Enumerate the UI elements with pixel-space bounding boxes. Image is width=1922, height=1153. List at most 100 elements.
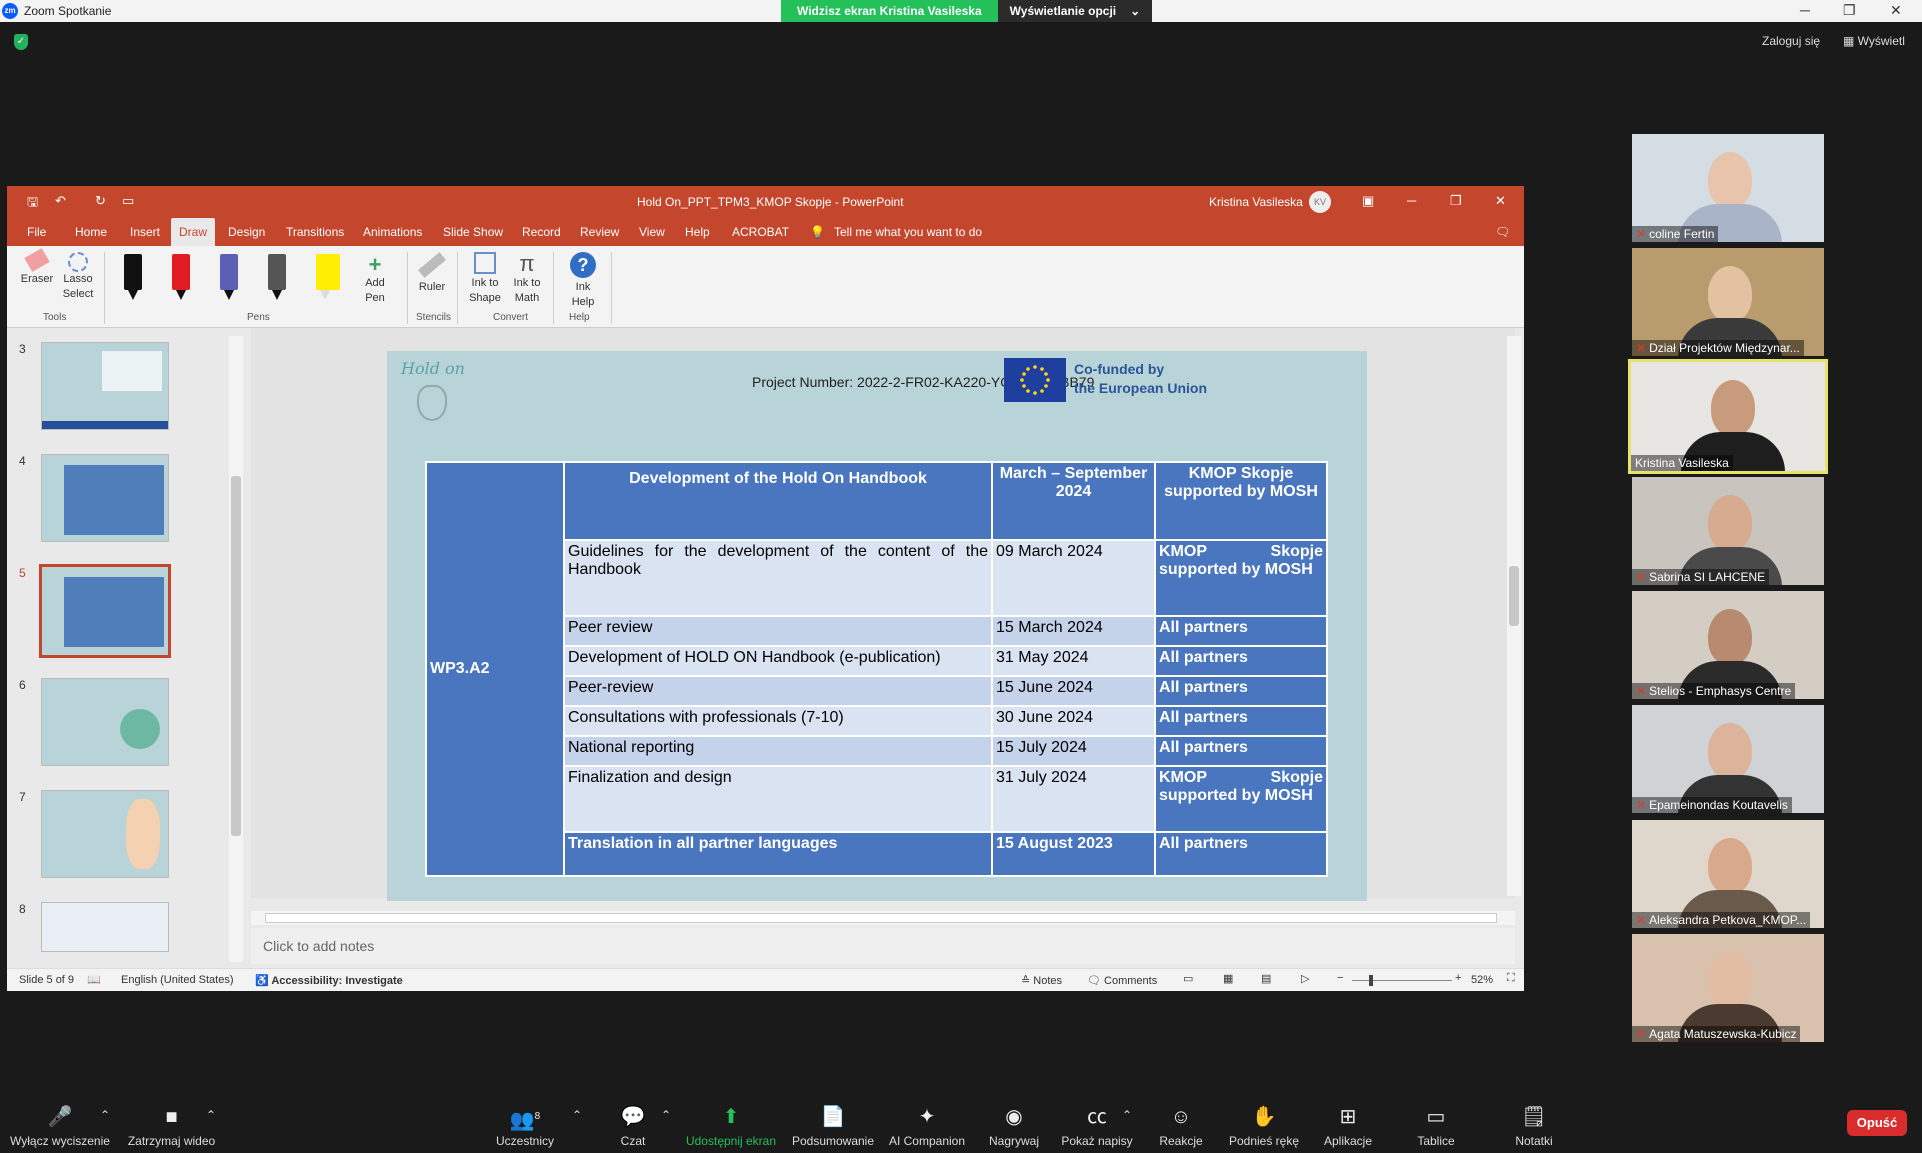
summary-button[interactable]: 📄 Podsumowanie (790, 1106, 876, 1148)
close-icon[interactable]: ✕ (1890, 2, 1902, 19)
tell-me-search[interactable]: Tell me what you want to do (834, 225, 982, 239)
participant-tile[interactable]: ✕ Sabrina SI LAHCENE (1632, 477, 1824, 585)
slide-sorter-icon[interactable]: ▦ (1223, 972, 1233, 985)
avatar[interactable]: KV (1309, 191, 1331, 213)
lasso-select-button[interactable]: Lasso Select (59, 252, 97, 302)
tab-animations[interactable]: Animations (363, 225, 422, 239)
notes-button[interactable]: ≙ Notes (1021, 974, 1062, 987)
fit-to-window-icon[interactable]: ⛶ (1507, 972, 1515, 985)
record-button[interactable]: ◉ Nagrywaj (988, 1106, 1040, 1148)
tab-help[interactable]: Help (685, 225, 710, 239)
minimize-icon[interactable]: ─ (1407, 193, 1416, 208)
slide-thumbnail-8[interactable] (41, 902, 169, 952)
zoom-slider[interactable] (1352, 980, 1452, 981)
editor-vertical-scrollbar[interactable] (1507, 336, 1521, 896)
reading-view-icon[interactable]: ▤ (1261, 972, 1271, 985)
reactions-button[interactable]: ☺ Reakcje (1156, 1106, 1206, 1148)
row-responsible: All partners (1154, 615, 1328, 647)
participant-tile[interactable]: ✕ Dział Projektów Międzynar... (1632, 248, 1824, 356)
chevron-up-icon[interactable]: ⌃ (661, 1108, 671, 1122)
slideshow-icon[interactable]: ▷ (1301, 972, 1309, 985)
restore-icon[interactable]: ❐ (1450, 193, 1462, 209)
share-screen-button[interactable]: ⬆ Udostępnij ekran (684, 1106, 778, 1148)
present-icon[interactable]: ▭ (122, 193, 134, 209)
slide-thumbnail-5[interactable] (39, 564, 171, 658)
tab-acrobat[interactable]: ACROBAT (732, 225, 789, 239)
whiteboards-button[interactable]: ▭ Tablice (1412, 1106, 1460, 1148)
scroll-thumb[interactable] (231, 476, 241, 836)
add-pen-button[interactable]: + Add Pen (355, 254, 395, 306)
zoom-slider-thumb[interactable] (1369, 975, 1373, 986)
red-pen-icon[interactable] (172, 254, 190, 300)
participant-tile[interactable]: ✕ Stelios - Emphasys Centre (1632, 591, 1824, 699)
apps-button[interactable]: ⊞ Aplikacje (1318, 1106, 1378, 1148)
tab-design[interactable]: Design (228, 225, 265, 239)
notes-button[interactable]: 🗒 Notatki (1510, 1106, 1558, 1148)
comment-icon[interactable]: 🗨 (1495, 225, 1510, 239)
ink-help-button[interactable]: ? Ink Help (563, 252, 603, 310)
minimize-icon[interactable]: ─ (1800, 2, 1810, 18)
tab-slide-show[interactable]: Slide Show (443, 225, 503, 239)
ink-to-shape-button[interactable]: Ink to Shape (465, 252, 505, 306)
undo-icon[interactable]: ↶ (55, 193, 66, 209)
thumbnails-scrollbar[interactable] (229, 336, 243, 962)
participant-tile[interactable]: ✕ Agata Matuszewska-Kubicz (1632, 934, 1824, 1042)
chat-button[interactable]: 💬 Czat (613, 1106, 653, 1148)
comments-button[interactable]: 🗨 Comments (1087, 974, 1157, 987)
ribbon-display-icon[interactable]: ▣ (1362, 193, 1374, 209)
ink-to-math-button[interactable]: π Ink to Math (507, 252, 547, 306)
scroll-thumb[interactable] (265, 913, 1497, 923)
redo-icon[interactable]: ↻ (95, 193, 106, 209)
tab-draw[interactable]: Draw (171, 218, 216, 246)
zoom-out-icon[interactable]: − (1337, 972, 1343, 984)
participant-tile[interactable]: ✕ Epameinondas Koutavelis (1632, 705, 1824, 813)
editor-horizontal-scrollbar[interactable] (251, 911, 1515, 925)
eraser-button[interactable]: Eraser (17, 248, 57, 287)
participants-button[interactable]: 👥8 Uczestnicy (490, 1106, 560, 1148)
participant-tile[interactable]: ✕ coline Fertin (1632, 134, 1824, 242)
unmute-button[interactable]: 🎤 Wyłącz wyciszenie (10, 1106, 110, 1148)
accessibility-status[interactable]: ♿ Accessibility: Investigate (255, 974, 403, 987)
save-icon[interactable]: 🖫 (27, 193, 38, 215)
scroll-thumb[interactable] (1509, 566, 1519, 626)
normal-view-icon[interactable]: ▭ (1183, 972, 1193, 985)
ai-companion-button[interactable]: ✦ AI Companion (886, 1106, 968, 1148)
tab-view[interactable]: View (639, 225, 665, 239)
language-label[interactable]: English (United States) (121, 974, 234, 986)
spellcheck-icon[interactable]: 📖 (87, 973, 101, 986)
galaxy-pen-icon[interactable] (220, 254, 238, 300)
login-button[interactable]: Zaloguj się (1762, 34, 1820, 48)
chevron-up-icon[interactable]: ⌃ (1122, 1108, 1132, 1122)
zoom-level[interactable]: 52% (1471, 974, 1493, 986)
tab-record[interactable]: Record (522, 225, 561, 239)
slide-thumbnail-6[interactable] (41, 678, 169, 766)
tab-file[interactable]: File (27, 225, 46, 239)
view-button[interactable]: ▦ Wyświetl (1843, 34, 1905, 48)
raise-hand-button[interactable]: ✋ Podnieś rękę (1224, 1106, 1304, 1148)
chevron-up-icon[interactable]: ⌃ (206, 1108, 216, 1122)
tab-home[interactable]: Home (75, 225, 107, 239)
black-pen-icon[interactable] (124, 254, 142, 300)
ruler-button[interactable]: Ruler (411, 252, 453, 295)
slide-thumbnail-4[interactable] (41, 454, 169, 542)
close-icon[interactable]: ✕ (1495, 193, 1506, 209)
zoom-in-icon[interactable]: + (1455, 972, 1461, 984)
participant-tile-active-speaker[interactable]: Kristina Vasileska (1628, 359, 1828, 474)
stop-video-button[interactable]: ■ Zatrzymaj wideo (124, 1106, 219, 1148)
highlighter-icon[interactable] (316, 254, 340, 300)
pencil-icon[interactable] (268, 254, 286, 300)
notes-pane[interactable]: Click to add notes (251, 928, 1515, 964)
chevron-up-icon[interactable]: ⌃ (100, 1108, 110, 1122)
chevron-up-icon[interactable]: ⌃ (572, 1108, 582, 1122)
restore-icon[interactable]: ❐ (1843, 2, 1856, 19)
leave-button[interactable]: Opuść (1847, 1110, 1907, 1136)
tab-review[interactable]: Review (580, 225, 619, 239)
encryption-shield-icon[interactable]: ✓ (14, 34, 28, 50)
slide-thumbnail-7[interactable] (41, 790, 169, 878)
slide-thumbnail-3[interactable] (41, 342, 169, 430)
view-options-button[interactable]: Wyświetlanie opcji ⌄ (997, 0, 1153, 22)
tab-transitions[interactable]: Transitions (286, 225, 344, 239)
tab-insert[interactable]: Insert (130, 225, 160, 239)
participant-tile[interactable]: ✕ Aleksandra Petkova_KMOP... (1632, 820, 1824, 928)
slide-canvas[interactable]: Hold on Project Number: 2022-2-FR02-KA22… (387, 351, 1367, 901)
